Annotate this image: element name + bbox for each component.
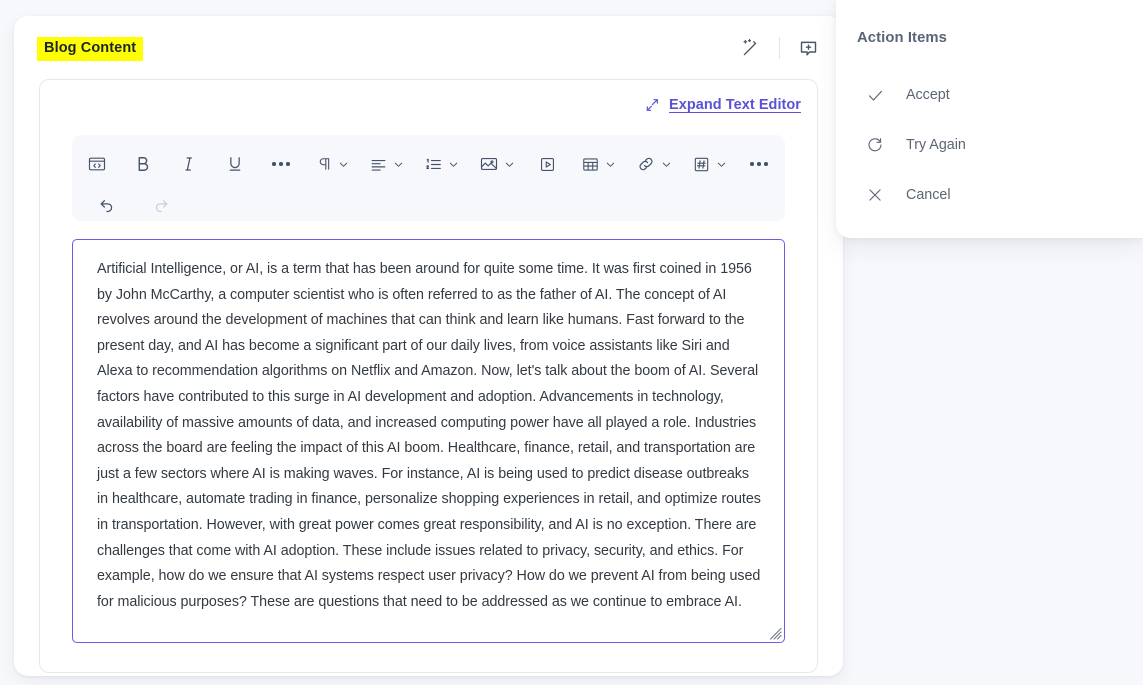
chevron-down-icon xyxy=(605,159,616,170)
action-item-label: Accept xyxy=(906,87,950,103)
expand-text-editor-button[interactable]: Expand Text Editor xyxy=(644,97,801,113)
editor-panel: Expand Text Editor Artificial Intelligen… xyxy=(39,79,818,673)
paragraph-icon[interactable] xyxy=(312,149,350,179)
action-item-accept[interactable]: Accept xyxy=(836,70,1143,120)
redo-icon[interactable] xyxy=(146,189,176,219)
chevron-down-icon xyxy=(716,159,727,170)
header-actions xyxy=(734,31,825,65)
card-header: Blog Content xyxy=(14,16,843,78)
underline-icon[interactable] xyxy=(220,149,250,179)
action-items-title: Action Items xyxy=(857,30,947,46)
chevron-down-icon xyxy=(504,159,515,170)
action-item-label: Cancel xyxy=(906,187,951,203)
align-left-icon[interactable] xyxy=(366,149,405,179)
expand-text-editor-label: Expand Text Editor xyxy=(669,97,801,113)
action-item-cancel[interactable]: Cancel xyxy=(836,170,1143,220)
refresh-icon xyxy=(866,136,894,154)
action-items-panel: Action Items Accept Try Again Cancel xyxy=(836,0,1143,238)
image-icon[interactable] xyxy=(476,149,516,179)
action-item-label: Try Again xyxy=(906,137,966,153)
table-icon[interactable] xyxy=(578,149,617,179)
textarea-resize-handle[interactable] xyxy=(769,627,782,640)
toolbar-row-2 xyxy=(82,187,775,221)
bold-icon[interactable] xyxy=(128,149,158,179)
more-formatting-icon[interactable] xyxy=(266,149,296,179)
ordered-list-icon[interactable] xyxy=(421,149,460,179)
video-icon[interactable] xyxy=(532,149,562,179)
editor-toolbar xyxy=(72,135,785,221)
blog-content-text: Artificial Intelligence, or AI, is a ter… xyxy=(97,261,761,610)
hashtag-icon[interactable] xyxy=(689,149,728,179)
check-icon xyxy=(866,86,894,105)
chevron-down-icon xyxy=(393,159,404,170)
chevron-down-icon xyxy=(661,159,672,170)
italic-icon[interactable] xyxy=(174,149,204,179)
page-title: Blog Content xyxy=(37,37,144,61)
action-items-list: Accept Try Again Cancel xyxy=(836,70,1143,220)
ai-wand-icon[interactable] xyxy=(734,31,768,65)
chevron-down-icon xyxy=(448,159,459,170)
add-comment-icon[interactable] xyxy=(791,31,825,65)
expand-arrow-icon xyxy=(644,97,660,113)
toolbar-row-1 xyxy=(82,147,775,181)
close-icon xyxy=(866,186,894,204)
blog-content-textarea[interactable]: Artificial Intelligence, or AI, is a ter… xyxy=(72,239,785,643)
header-divider xyxy=(779,37,780,59)
code-block-icon[interactable] xyxy=(82,149,112,179)
more-options-icon[interactable] xyxy=(744,149,774,179)
blog-content-card: Blog Content Expand Text Editor Artifici… xyxy=(14,16,843,676)
undo-icon[interactable] xyxy=(91,189,121,219)
chevron-down-icon xyxy=(338,159,349,170)
app-root: Blog Content Expand Text Editor Artifici… xyxy=(0,0,1143,685)
link-icon[interactable] xyxy=(633,149,673,179)
action-item-try-again[interactable]: Try Again xyxy=(836,120,1143,170)
